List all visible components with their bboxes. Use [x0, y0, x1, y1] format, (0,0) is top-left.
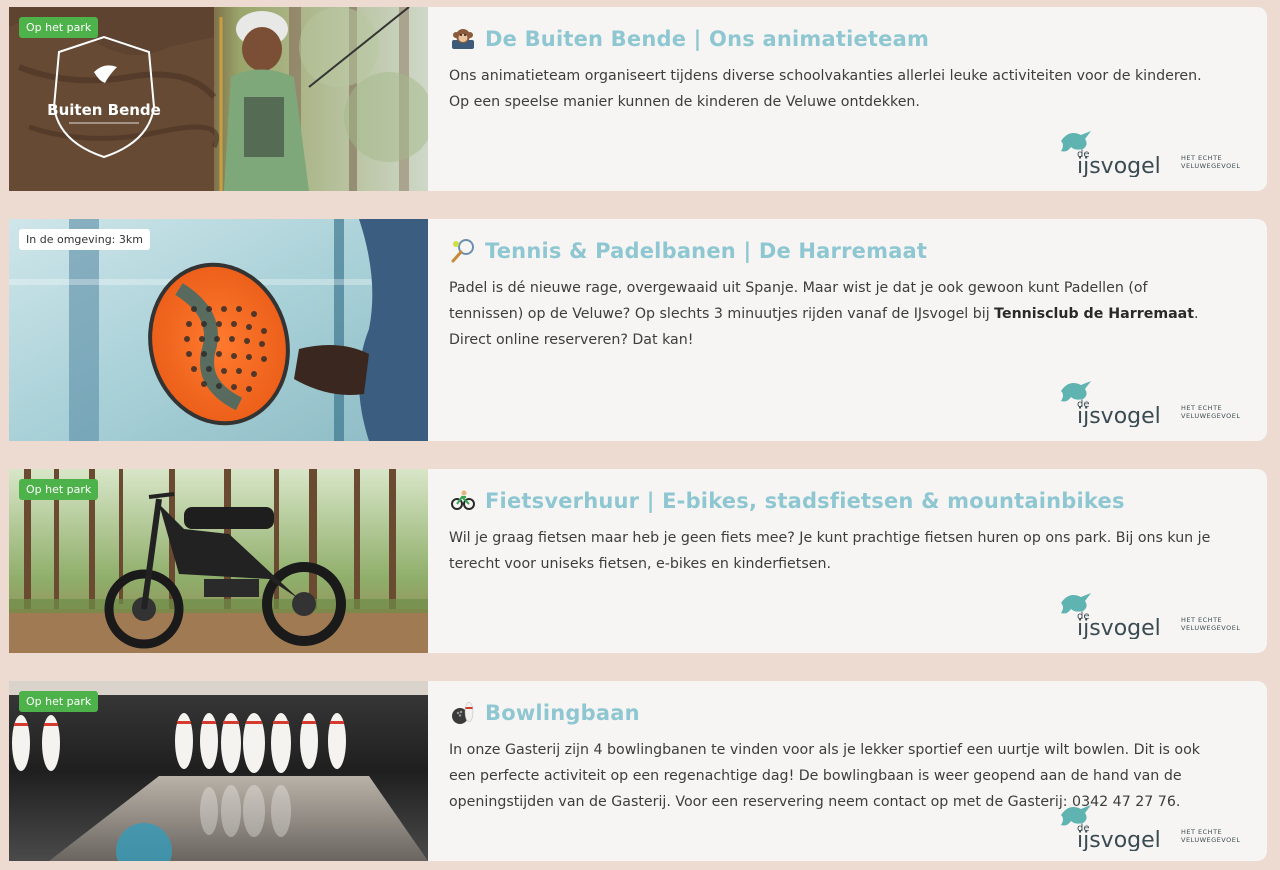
padel-racket-photo	[9, 219, 428, 441]
card-title[interactable]: Bowlingbaan	[485, 701, 640, 725]
logo-tagline-2: VELUWEGEVOEL	[1181, 836, 1240, 844]
logo-tagline-2: VELUWEGEVOEL	[1181, 162, 1240, 170]
card-description: Padel is dé nieuwe rage, overgewaaid uit…	[449, 275, 1245, 353]
activity-card-tennis-padel[interactable]: In de omgeving: 3km Tennis & Padelbanen …	[9, 219, 1267, 441]
activity-card-fietsverhuur[interactable]: Op het park Fietsverhuur | E-bikes, stad…	[9, 469, 1267, 653]
card-content: Tennis & Padelbanen | De Harremaat Padel…	[428, 219, 1267, 441]
card-title[interactable]: De Buiten Bende | Ons animatieteam	[485, 27, 929, 51]
logo-name: ijsvogel	[1077, 154, 1161, 177]
activity-card-buiten-bende[interactable]: Buiten Bende Op het park De Buiten Bende…	[9, 7, 1267, 191]
location-badge: In de omgeving: 3km	[19, 229, 150, 250]
logo-tagline-1: HET ECHTE	[1181, 616, 1222, 624]
card-description: Ons animatieteam organiseert tijdens div…	[449, 68, 1202, 110]
logo-name: ijsvogel	[1077, 828, 1161, 851]
card-image-bowling[interactable]: Op het park	[9, 681, 428, 861]
ijsvogel-logo: de ijsvogel HET ECHTE VELUWEGEVOEL	[1057, 801, 1247, 853]
ijsvogel-logo: de ijsvogel HET ECHTE VELUWEGEVOEL	[1057, 377, 1247, 429]
logo-tagline-1: HET ECHTE	[1181, 404, 1222, 412]
card-content: Bowlingbaan In onze Gasterij zijn 4 bowl…	[428, 681, 1267, 861]
tennis-racket-icon	[449, 237, 477, 265]
card-title[interactable]: Tennis & Padelbanen | De Harremaat	[485, 239, 927, 263]
card-image-padel[interactable]: In de omgeving: 3km	[9, 219, 428, 441]
ijsvogel-logo: de ijsvogel HET ECHTE VELUWEGEVOEL	[1057, 589, 1247, 641]
card-image-buiten-bende[interactable]: Buiten Bende Op het park	[9, 7, 428, 191]
bicycle-icon	[449, 487, 477, 515]
card-title[interactable]: Fietsverhuur | E-bikes, stadsfietsen & m…	[485, 489, 1125, 513]
card-content: De Buiten Bende | Ons animatieteam Ons a…	[428, 7, 1267, 191]
activity-card-bowlingbaan[interactable]: Op het park Bowlingbaan In onze Gasterij…	[9, 681, 1267, 861]
bowling-icon	[449, 699, 477, 727]
card-image-ebike[interactable]: Op het park	[9, 469, 428, 653]
logo-tagline-1: HET ECHTE	[1181, 154, 1222, 162]
logo-tagline-1: HET ECHTE	[1181, 828, 1222, 836]
logo-tagline-2: VELUWEGEVOEL	[1181, 624, 1240, 632]
location-badge: Op het park	[19, 691, 99, 712]
card-content: Fietsverhuur | E-bikes, stadsfietsen & m…	[428, 469, 1267, 653]
location-badge: Op het park	[19, 17, 99, 38]
logo-name: ijsvogel	[1077, 616, 1161, 639]
tennisclub-link[interactable]: Tennisclub de Harremaat	[994, 306, 1194, 322]
logo-tagline-2: VELUWEGEVOEL	[1181, 412, 1240, 420]
monkey-icon	[449, 25, 477, 53]
card-description: Wil je graag fietsen maar heb je geen fi…	[449, 530, 1211, 572]
logo-name: ijsvogel	[1077, 404, 1161, 427]
buiten-bende-logo-text: Buiten Bende	[47, 101, 161, 119]
ijsvogel-logo: de ijsvogel HET ECHTE VELUWEGEVOEL	[1057, 127, 1247, 179]
location-badge: Op het park	[19, 479, 99, 500]
